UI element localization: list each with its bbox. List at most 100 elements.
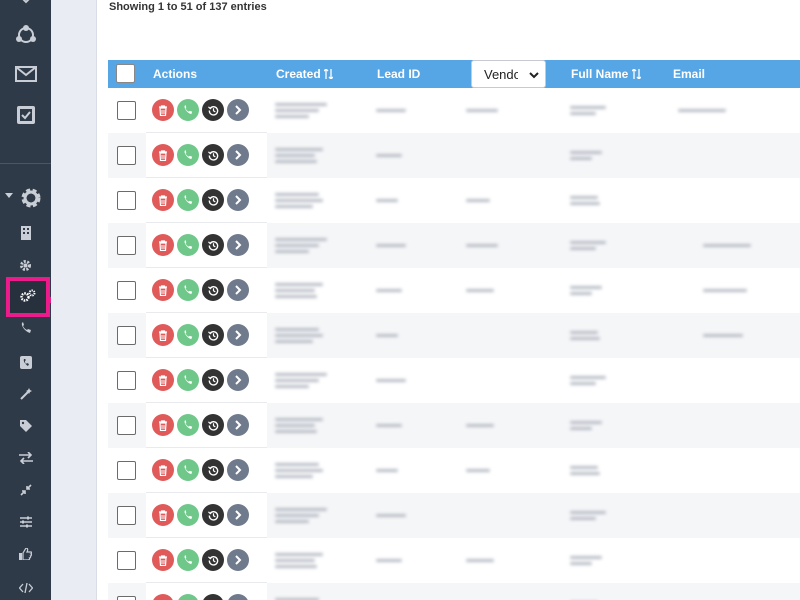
column-email[interactable]: Email [673, 60, 705, 88]
delete-button[interactable] [152, 594, 174, 600]
history-button[interactable] [202, 279, 224, 301]
row-checkbox[interactable] [117, 416, 136, 435]
call-button[interactable] [177, 189, 199, 211]
call-button[interactable] [177, 279, 199, 301]
call-button[interactable] [177, 459, 199, 481]
table-row[interactable] [108, 403, 800, 448]
table-row[interactable] [108, 583, 800, 600]
row-cell-checkbox [108, 223, 145, 268]
table-row[interactable] [108, 88, 800, 133]
gear-icon[interactable] [5, 184, 56, 212]
row-checkbox[interactable] [117, 551, 136, 570]
redacted-cell [466, 583, 490, 600]
small-gear-icon[interactable] [0, 256, 51, 274]
delete-button[interactable] [152, 144, 174, 166]
open-lead-button[interactable] [227, 459, 249, 481]
call-button[interactable] [177, 369, 199, 391]
history-button[interactable] [202, 234, 224, 256]
history-button[interactable] [202, 549, 224, 571]
open-lead-button[interactable] [227, 549, 249, 571]
history-button[interactable] [202, 504, 224, 526]
call-button[interactable] [177, 144, 199, 166]
call-button[interactable] [177, 324, 199, 346]
call-button[interactable] [177, 99, 199, 121]
redacted-cell [275, 223, 327, 268]
history-button[interactable] [202, 414, 224, 436]
delete-button[interactable] [152, 99, 174, 121]
open-lead-button[interactable] [227, 99, 249, 121]
gears-icon[interactable] [2, 286, 53, 306]
history-button[interactable] [202, 99, 224, 121]
history-button[interactable] [202, 369, 224, 391]
table-row[interactable] [108, 133, 800, 178]
history-button[interactable] [202, 144, 224, 166]
open-lead-button[interactable] [227, 504, 249, 526]
call-button[interactable] [177, 549, 199, 571]
delete-button[interactable] [152, 459, 174, 481]
sliders-icon[interactable] [0, 514, 51, 530]
row-checkbox[interactable] [117, 236, 136, 255]
table-row[interactable] [108, 448, 800, 493]
table-row[interactable] [108, 493, 800, 538]
select-all-checkbox[interactable] [116, 64, 135, 83]
delete-button[interactable] [152, 279, 174, 301]
chevron-icon[interactable] [0, 0, 51, 8]
table-row[interactable] [108, 358, 800, 403]
building-icon[interactable] [0, 224, 51, 242]
table-row[interactable] [108, 268, 800, 313]
thumbs-up-icon[interactable] [0, 546, 51, 562]
magic-wand-icon[interactable] [0, 386, 51, 402]
delete-button[interactable] [152, 369, 174, 391]
column-lead-id[interactable]: Lead ID [377, 60, 420, 88]
table-row[interactable] [108, 223, 800, 268]
open-lead-button[interactable] [227, 324, 249, 346]
row-checkbox[interactable] [117, 371, 136, 390]
clipboard-check-icon[interactable] [0, 102, 51, 128]
tag-icon[interactable] [0, 418, 51, 434]
history-button[interactable] [202, 459, 224, 481]
open-lead-button[interactable] [227, 594, 249, 600]
compress-icon[interactable] [0, 482, 51, 498]
table-row[interactable] [108, 313, 800, 358]
swap-arrows-icon[interactable] [0, 450, 51, 466]
row-checkbox[interactable] [117, 191, 136, 210]
vendor-filter-select[interactable]: Vendor [471, 60, 546, 88]
row-checkbox[interactable] [117, 281, 136, 300]
delete-button[interactable] [152, 549, 174, 571]
row-checkbox[interactable] [117, 461, 136, 480]
table-row[interactable] [108, 178, 800, 223]
row-checkbox[interactable] [117, 101, 136, 120]
call-button[interactable] [177, 234, 199, 256]
open-lead-button[interactable] [227, 234, 249, 256]
code-icon[interactable] [0, 580, 51, 596]
table-row[interactable] [108, 538, 800, 583]
call-button[interactable] [177, 414, 199, 436]
row-checkbox[interactable] [117, 326, 136, 345]
delete-button[interactable] [152, 324, 174, 346]
open-lead-button[interactable] [227, 369, 249, 391]
delete-button[interactable] [152, 504, 174, 526]
mail-icon[interactable] [0, 62, 51, 86]
open-lead-button[interactable] [227, 144, 249, 166]
open-lead-button[interactable] [227, 414, 249, 436]
delete-button[interactable] [152, 189, 174, 211]
call-button[interactable] [177, 504, 199, 526]
phone-book-icon[interactable] [0, 354, 51, 370]
row-checkbox[interactable] [117, 596, 136, 600]
delete-button[interactable] [152, 234, 174, 256]
redacted-text [466, 559, 494, 562]
row-actions [146, 268, 267, 313]
history-button[interactable] [202, 324, 224, 346]
history-button[interactable] [202, 189, 224, 211]
open-lead-button[interactable] [227, 189, 249, 211]
call-button[interactable] [177, 594, 199, 600]
open-lead-button[interactable] [227, 279, 249, 301]
row-checkbox[interactable] [117, 146, 136, 165]
delete-button[interactable] [152, 414, 174, 436]
row-checkbox[interactable] [117, 506, 136, 525]
phone-icon[interactable] [0, 320, 51, 336]
column-full-name[interactable]: Full Name [571, 60, 642, 88]
share-network-icon[interactable] [0, 22, 51, 48]
column-created[interactable]: Created [276, 60, 334, 88]
history-button[interactable] [202, 594, 224, 600]
